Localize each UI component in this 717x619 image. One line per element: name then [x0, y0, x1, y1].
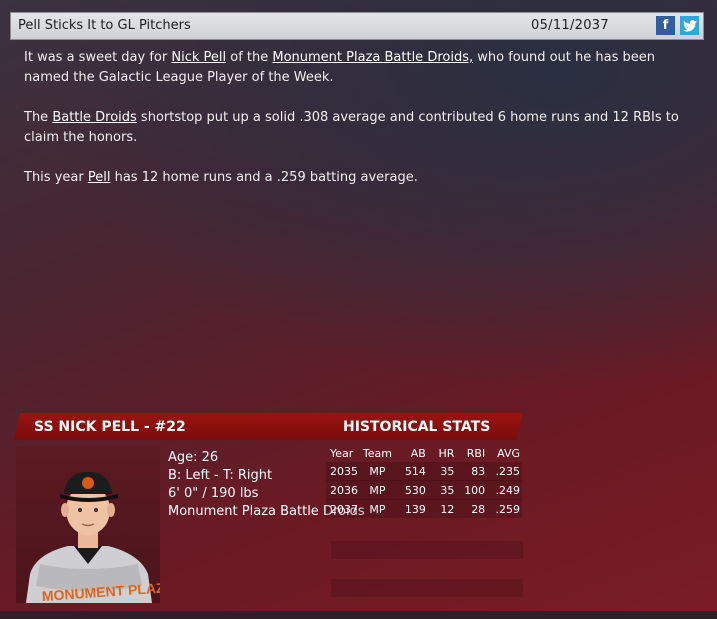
historical-stats-heading: HISTORICAL STATS [343, 419, 491, 435]
news-window: Pell Sticks It to GL Pitchers 05/11/2037… [0, 0, 717, 619]
col-year: Year [330, 447, 354, 460]
player-link[interactable]: Nick Pell [171, 50, 226, 65]
article-title: Pell Sticks It to GL Pitchers [18, 18, 191, 33]
col-rbi: RBI [466, 447, 486, 460]
table-row: 2037 MP 139 12 28 .259 [326, 499, 522, 518]
twitter-share-button[interactable] [680, 16, 699, 35]
team-link[interactable]: Monument Plaza Battle Droids, [272, 50, 473, 65]
stat-cell: 139 [404, 502, 426, 516]
article-title-bar: Pell Sticks It to GL Pitchers 05/11/2037… [10, 12, 704, 40]
article-date: 05/11/2037 [531, 18, 609, 33]
player-link[interactable]: Pell [88, 170, 111, 185]
stat-cell: 514 [404, 464, 426, 478]
article-text: of the [226, 50, 273, 65]
stat-cell: MP [369, 502, 386, 516]
empty-stats-row [331, 541, 523, 559]
stat-cell: 100 [464, 483, 486, 497]
stat-cell: .235 [495, 464, 521, 478]
stat-cell: MP [369, 464, 386, 478]
article-text: The [24, 110, 53, 125]
player-card-header: SS NICK PELL - #22 HISTORICAL STATS [14, 413, 522, 440]
stat-cell: 35 [440, 464, 455, 478]
stat-cell: 530 [404, 483, 426, 497]
historical-stats-table: Year Team AB HR RBI AVG 2035 MP 514 35 8… [326, 445, 522, 518]
player-header-name[interactable]: SS NICK PELL - #22 [34, 419, 186, 435]
bottom-border [0, 611, 717, 619]
col-ab: AB [410, 447, 426, 460]
team-link[interactable]: Battle Droids [52, 110, 136, 125]
stat-cell: 2035 [330, 464, 358, 478]
article-paragraph: This year Pell has 12 home runs and a .2… [24, 168, 694, 188]
article-text: This year [24, 170, 88, 185]
stat-cell: 83 [471, 464, 486, 478]
stat-cell: 12 [440, 502, 455, 516]
stat-cell: 2036 [330, 483, 358, 497]
facebook-share-button[interactable]: f [656, 16, 675, 35]
article-text: has 12 home runs and a .259 batting aver… [110, 170, 418, 185]
stat-cell: 28 [471, 502, 486, 516]
stat-cell: MP [369, 483, 386, 497]
article-body: It was a sweet day for Nick Pell of the … [24, 48, 694, 208]
twitter-icon [682, 19, 697, 32]
stats-header-row: Year Team AB HR RBI AVG [326, 445, 522, 462]
empty-stats-row [331, 579, 523, 597]
facebook-icon: f [662, 18, 669, 33]
stat-cell: .249 [495, 483, 521, 497]
table-row: 2035 MP 514 35 83 .235 [326, 462, 522, 481]
stat-cell: 35 [440, 483, 455, 497]
table-row: 2036 MP 530 35 100 .249 [326, 480, 522, 500]
stat-cell: .259 [495, 502, 521, 516]
player-portrait-icon: MONUMENT PLAZA [26, 472, 160, 603]
article-paragraph: It was a sweet day for Nick Pell of the … [24, 48, 694, 88]
col-avg: AVG [497, 447, 520, 460]
stat-cell: 2037 [330, 502, 358, 516]
col-hr: HR [438, 447, 455, 460]
article-paragraph: The Battle Droids shortstop put up a sol… [24, 108, 694, 148]
col-team: Team [362, 447, 392, 460]
player-photo[interactable]: MONUMENT PLAZA [16, 446, 160, 603]
article-text: It was a sweet day for [24, 50, 172, 65]
